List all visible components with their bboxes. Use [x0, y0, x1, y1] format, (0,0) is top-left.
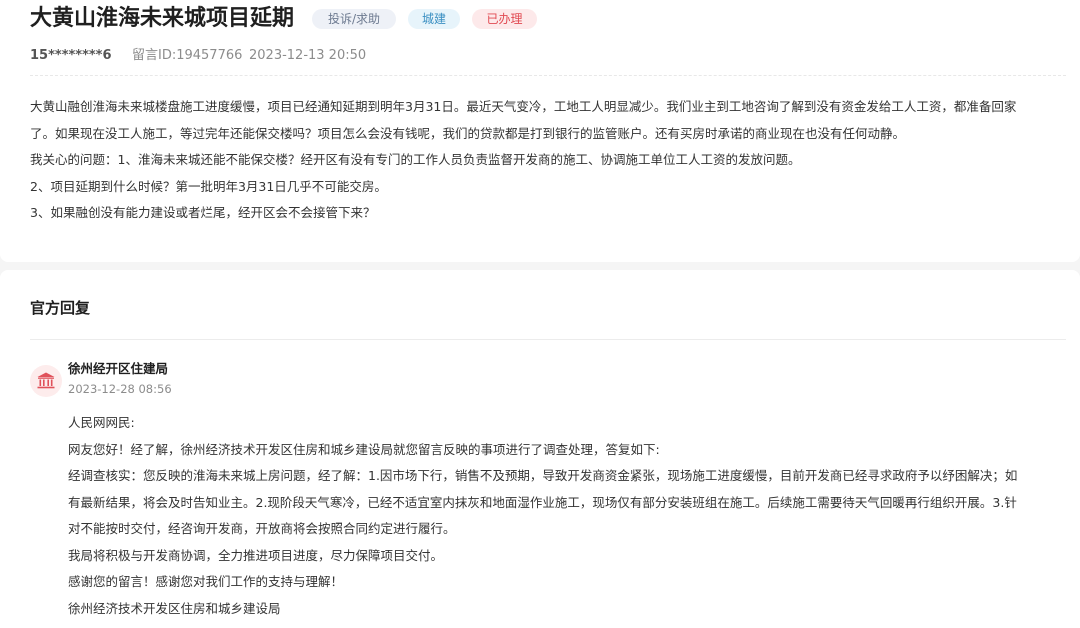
message-divider: [30, 75, 1066, 76]
message-card: 大黄山淮海未来城项目延期 投诉/求助 城建 已办理 15********6 留言…: [0, 0, 1080, 262]
message-line: 了。如果现在没工人施工，等过完年还能保交楼吗？项目怎么会没有钱呢，我们的贷款都是…: [30, 125, 906, 141]
message-title: 大黄山淮海未来城项目延期: [30, 6, 295, 31]
reply-divider: [30, 339, 1066, 340]
org-avatar: [30, 365, 62, 397]
reply-body: 人民网网民: 网友您好！经了解，徐州经济技术开发区住房和城乡建设局就您留言反映的…: [68, 410, 1070, 622]
message-category-tag[interactable]: 城建: [408, 9, 460, 29]
message-line: 大黄山融创淮海未来城楼盘施工进度缓慢，项目已经通知延期到明年3月31日。最近天气…: [30, 99, 1017, 114]
message-line: 2、项目延期到什么时候？第一批明年3月31日几乎不可能交房。: [30, 178, 387, 194]
official-reply-card: 官方回复 徐州经开区住建局 2023-12-28 08:56 人民网网民: 网友…: [0, 270, 1080, 628]
message-body: 大黄山融创淮海未来城楼盘施工进度缓慢，项目已经通知延期到明年3月31日。最近天气…: [30, 94, 1070, 227]
message-line: 3、如果融创没有能力建设或者烂尾，经开区会不会接管下来？: [30, 205, 376, 220]
reply-line: 经调查核实：您反映的淮海未来城上房问题，经了解：1.因市场下行，销售不及预期，导…: [68, 468, 1018, 483]
message-status-badge: 已办理: [472, 9, 537, 29]
reply-line: 对不能按时交付，经咨询开发商，开放商将会按照合同约定进行履行。: [68, 521, 456, 536]
government-building-icon: [37, 372, 55, 389]
reply-line: 徐州经济技术开发区住房和城乡建设局: [68, 600, 281, 616]
reply-line: 人民网网民:: [68, 415, 135, 430]
message-type-tag[interactable]: 投诉/求助: [312, 9, 396, 29]
reply-line: 感谢您的留言！感谢您对我们工作的支持与理解！: [68, 574, 344, 589]
reply-line: 有最新结果，将会及时告知业主。2.现阶段天气寒冷，已经不适宜室内抹灰和地面湿作业…: [68, 494, 1017, 510]
official-reply-heading: 官方回复: [30, 299, 91, 317]
message-author: 15********6: [30, 48, 112, 63]
reply-datetime: 2023-12-28 08:56: [68, 382, 172, 396]
message-datetime: 2023-12-13 20:50: [249, 48, 367, 63]
message-id: 留言ID:19457766: [132, 48, 243, 63]
reply-org-name: 徐州经开区住建局: [68, 361, 169, 376]
message-line: 我关心的问题：1、淮海未来城还能不能保交楼？经开区有没有专门的工作人员负责监督开…: [30, 152, 801, 167]
reply-line: 网友您好！经了解，徐州经济技术开发区住房和城乡建设局就您留言反映的事项进行了调查…: [68, 441, 660, 457]
reply-line: 我局将积极与开发商协调，全力推进项目进度，尽力保障项目交付。: [68, 547, 444, 563]
